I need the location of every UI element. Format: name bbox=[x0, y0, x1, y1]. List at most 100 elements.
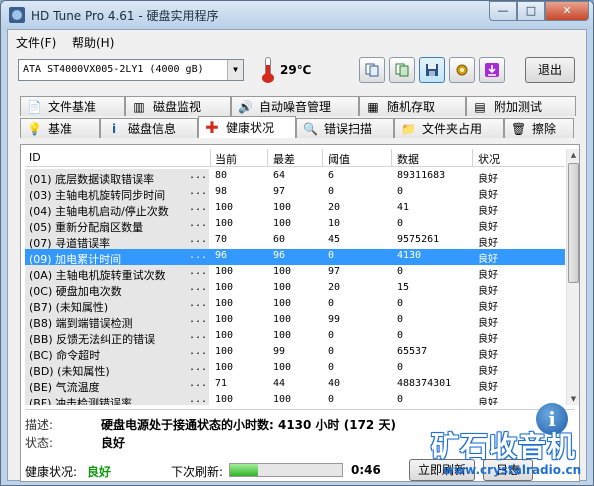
log-button[interactable]: 日志 bbox=[483, 459, 533, 481]
table-row[interactable]: (BE) 气流温度... 71 44 40 488374301 良好 bbox=[25, 377, 565, 394]
cell-data: 0 bbox=[397, 266, 404, 277]
table-row[interactable]: (03) 主轴电机旋转同步时间... 98 97 0 0 良好 bbox=[25, 185, 565, 202]
menu-bar: 文件(F) 帮助(H) bbox=[8, 30, 586, 52]
col-status[interactable]: 状况 bbox=[478, 151, 500, 167]
app-window: HD Tune Pro 4.61 - 硬盘实用程序 — □ ✕ 文件(F) 帮助… bbox=[0, 0, 594, 486]
drive-select[interactable]: ATA ST4000VX005-2LY1 (4000 gB) ▼ bbox=[18, 59, 244, 81]
table-row[interactable]: (09) 加电累计时间... 96 96 0 4130 良好 bbox=[25, 249, 565, 266]
tab-label: 磁盘监视 bbox=[153, 100, 202, 114]
col-current[interactable]: 当前 bbox=[215, 151, 237, 167]
copy-screenshot-button[interactable] bbox=[389, 57, 415, 83]
thermometer-icon bbox=[261, 57, 275, 83]
tab-file-benchmark[interactable]: 📄 文件基准 bbox=[20, 96, 125, 116]
tab-label: 磁盘信息 bbox=[128, 122, 177, 136]
cell-data: 0 bbox=[397, 314, 404, 325]
table-row[interactable]: (04) 主轴电机启动/停止次数... 100 100 20 41 良好 bbox=[25, 201, 565, 218]
save-button[interactable] bbox=[419, 57, 445, 83]
cell-status: 良好 bbox=[478, 222, 498, 233]
cell-current: 100 bbox=[215, 298, 234, 309]
cell-current: 100 bbox=[215, 346, 234, 357]
close-button[interactable]: ✕ bbox=[545, 1, 589, 21]
scroll-down-icon[interactable]: ▼ bbox=[567, 393, 580, 405]
tab-disk-info[interactable]: i 磁盘信息 bbox=[100, 118, 198, 138]
folder-icon: 📁 bbox=[401, 121, 416, 136]
menu-file[interactable]: 文件(F) bbox=[16, 34, 56, 51]
title-bar[interactable]: HD Tune Pro 4.61 - 硬盘实用程序 — □ ✕ bbox=[1, 1, 593, 29]
info-circle-icon: i bbox=[536, 403, 568, 435]
copy-screenshot-icon bbox=[395, 63, 409, 77]
table-row[interactable]: (BC) 命令超时... 100 99 0 65537 良好 bbox=[25, 345, 565, 362]
attribute-name-cell: (BF) 冲击检测错误率... bbox=[25, 393, 209, 405]
ellipsis: ... bbox=[189, 186, 208, 197]
attribute-name-cell: (BE) 气流温度... bbox=[25, 377, 209, 394]
vertical-scrollbar[interactable]: ▲ ▼ bbox=[566, 149, 579, 405]
table-row[interactable]: (0A) 主轴电机旋转重试次数... 100 100 97 0 良好 bbox=[25, 265, 565, 282]
tab-error-scan[interactable]: 🔍 错误扫描 bbox=[296, 118, 394, 138]
table-row[interactable]: (B8) 端到端错误检测... 100 100 99 0 良好 bbox=[25, 313, 565, 330]
tab-extra-tests[interactable]: ▤ 附加测试 bbox=[466, 96, 576, 116]
minimize-button[interactable]: — bbox=[489, 1, 517, 21]
scroll-up-icon[interactable]: ▲ bbox=[567, 149, 580, 161]
table-row[interactable]: (BF) 冲击检测错误率... 100 100 0 0 良好 bbox=[25, 393, 565, 405]
info-icon: i bbox=[111, 121, 117, 136]
cell-worst: 96 bbox=[273, 250, 286, 261]
tabs-top-row: 📄 文件基准 ▥ 磁盘监视 🔊 自动噪音管理 ▦ 随机存取 ▤ 附加测试 bbox=[20, 96, 576, 116]
tab-benchmark[interactable]: 💡 基准 bbox=[20, 118, 100, 138]
tab-label: 错误扫描 bbox=[324, 122, 373, 136]
disk-monitor-icon: ▥ bbox=[133, 99, 145, 114]
table-row[interactable]: (B7) (未知属性)... 100 100 0 0 良好 bbox=[25, 297, 565, 314]
menu-help[interactable]: 帮助(H) bbox=[72, 34, 114, 51]
table-row[interactable]: (BB) 反馈无法纠正的错误... 100 100 0 0 良好 bbox=[25, 329, 565, 346]
cell-current: 100 bbox=[215, 282, 234, 293]
col-threshold[interactable]: 阈值 bbox=[328, 151, 350, 167]
tab-label: 文件夹占用 bbox=[422, 122, 483, 136]
description-area: 描述: 硬盘电源处于接通状态的小时数: 4130 小时 (172 天) 状态: … bbox=[25, 409, 575, 455]
tab-folder-usage[interactable]: 📁 文件夹占用 bbox=[394, 118, 504, 138]
cell-threshold: 0 bbox=[328, 362, 335, 373]
table-row[interactable]: (05) 重新分配扇区数量... 100 100 10 0 良好 bbox=[25, 217, 565, 234]
options-icon bbox=[456, 64, 468, 76]
cell-current: 100 bbox=[215, 362, 234, 373]
tab-label: 随机存取 bbox=[387, 100, 436, 114]
options-button[interactable] bbox=[449, 57, 475, 83]
cell-data: 0 bbox=[397, 394, 404, 405]
maximize-button[interactable]: □ bbox=[517, 1, 545, 21]
tab-random-access[interactable]: ▦ 随机存取 bbox=[359, 96, 466, 116]
tab-label: 擦除 bbox=[532, 122, 557, 136]
cell-status: 良好 bbox=[478, 334, 498, 345]
table-row[interactable]: (01) 底层数据读取错误率... 80 64 6 89311683 良好 bbox=[25, 169, 565, 186]
col-data[interactable]: 数据 bbox=[397, 151, 419, 167]
speaker-icon: 🔊 bbox=[238, 99, 253, 114]
tab-label: 文件基准 bbox=[48, 100, 97, 114]
attribute-name-cell: (09) 加电累计时间... bbox=[25, 249, 209, 266]
tab-health[interactable]: ✚ 健康状况 bbox=[198, 116, 296, 138]
copy-info-button[interactable] bbox=[359, 57, 385, 83]
exit-button[interactable]: 退出 bbox=[525, 57, 575, 83]
download-button[interactable] bbox=[479, 57, 505, 83]
refresh-now-button[interactable]: 立即刷新 bbox=[409, 459, 475, 481]
copy-info-icon bbox=[365, 63, 379, 77]
table-row[interactable]: (0C) 硬盘加电次数... 100 100 20 15 良好 bbox=[25, 281, 565, 298]
ellipsis: ... bbox=[189, 314, 208, 325]
col-id[interactable]: ID bbox=[29, 151, 41, 164]
tab-disk-monitor[interactable]: ▥ 磁盘监视 bbox=[125, 96, 231, 116]
tab-erase[interactable]: 🗑 擦除 bbox=[504, 118, 574, 138]
cell-status: 良好 bbox=[478, 254, 498, 265]
ellipsis: ... bbox=[189, 170, 208, 181]
description-text: 硬盘电源处于接通状态的小时数: 4130 小时 (172 天) bbox=[101, 418, 396, 432]
cell-data: 0 bbox=[397, 330, 404, 341]
cell-worst: 100 bbox=[273, 218, 292, 229]
table-row[interactable]: (BD) (未知属性)... 100 100 0 0 良好 bbox=[25, 361, 565, 378]
attribute-name-cell: (BC) 命令超时... bbox=[25, 345, 209, 362]
col-worst[interactable]: 最差 bbox=[273, 151, 295, 167]
scrollbar-thumb[interactable] bbox=[568, 163, 579, 283]
table-row[interactable]: (07) 寻道错误率... 70 60 45 9575261 良好 bbox=[25, 233, 565, 250]
cell-current: 100 bbox=[215, 394, 234, 405]
cell-worst: 44 bbox=[273, 378, 286, 389]
cell-status: 良好 bbox=[478, 206, 498, 217]
cell-threshold: 0 bbox=[328, 250, 335, 261]
tab-aam[interactable]: 🔊 自动噪音管理 bbox=[231, 96, 359, 116]
cell-threshold: 20 bbox=[328, 202, 341, 213]
cell-current: 100 bbox=[215, 202, 234, 213]
smart-table: ID 当前 最差 阈值 数据 状况 (01) 底层数据读取错误率... 80 64 6… bbox=[25, 149, 565, 405]
